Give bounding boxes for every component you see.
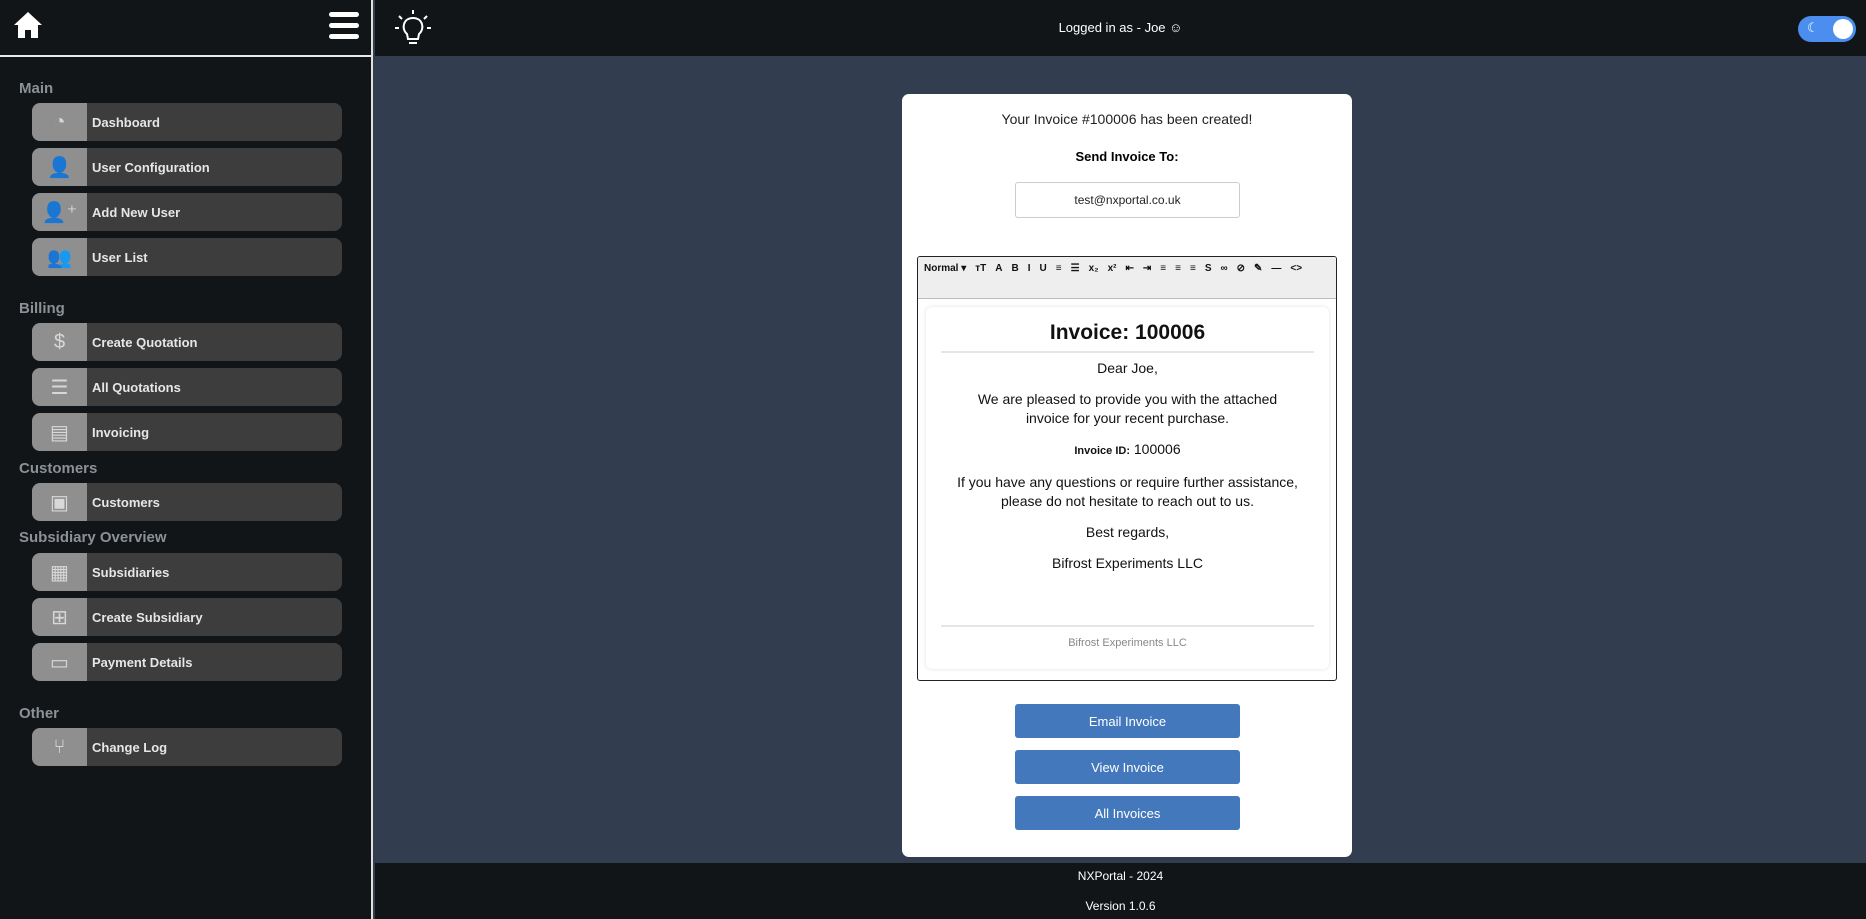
mail-footer: Bifrost Experiments LLC bbox=[941, 625, 1314, 649]
sidebar-top bbox=[0, 0, 371, 57]
sidebar-item-all-quotations[interactable]: ☰ All Quotations bbox=[32, 368, 342, 406]
toolbar-button[interactable]: B bbox=[1012, 261, 1019, 277]
sidebar-item-change-log[interactable]: ⑂ Change Log bbox=[32, 728, 342, 766]
user-circle-icon: ☺ bbox=[1169, 20, 1183, 35]
mail-body1: We are pleased to provide you with the a… bbox=[977, 391, 1278, 426]
editor-toolbar: Normal ▾ тT A B I U ≡ ☰ x₂ x² ⇤ ⇥ ≡ ≡ ≡ S ∞ ⊘ ✎ — <> bbox=[918, 257, 1336, 299]
gauge-icon: ◔ bbox=[32, 103, 87, 141]
mail-body2: If you have any questions or require fur… bbox=[957, 474, 1298, 509]
footer-version: Version 1.0.6 bbox=[1085, 899, 1156, 913]
sidebar-item-label: Change Log bbox=[92, 739, 168, 755]
section-label: Customers bbox=[19, 460, 98, 477]
sidebar: Main ◔ Dashboard 👤 User Configuration 👤⁺ Add N… bbox=[0, 0, 373, 919]
toolbar-button[interactable]: Normal ▾ bbox=[924, 261, 966, 277]
footer: NXPortal - 2024 Version 1.0.6 bbox=[375, 863, 1866, 919]
section-label: Billing bbox=[19, 300, 65, 317]
email-invoice-button[interactable]: Email Invoice bbox=[1015, 704, 1240, 738]
code-branch-icon: ⑂ bbox=[32, 728, 87, 766]
sidebar-item-create-subsidiary[interactable]: ⊞ Create Subsidiary bbox=[32, 598, 342, 636]
sidebar-item-label: Create Quotation bbox=[92, 334, 198, 350]
toolbar-button[interactable]: тT bbox=[975, 261, 986, 277]
mail-heading: Invoice: 100006 bbox=[941, 321, 1314, 353]
user-icon: 👤 bbox=[32, 148, 87, 186]
toolbar-button[interactable]: U bbox=[1040, 261, 1047, 277]
section-label: Other bbox=[19, 705, 60, 722]
sidebar-item-label: User Configuration bbox=[92, 159, 210, 175]
credit-card-icon: ▭ bbox=[32, 643, 87, 681]
toolbar-button[interactable]: ≡ bbox=[1175, 261, 1181, 277]
sidebar-item-label: Create Subsidiary bbox=[92, 609, 203, 625]
sidebar-item-dashboard[interactable]: ◔ Dashboard bbox=[32, 103, 342, 141]
toolbar-button[interactable]: S bbox=[1205, 261, 1212, 277]
all-invoices-button[interactable]: All Invoices bbox=[1015, 796, 1240, 830]
sidebar-item-label: Payment Details bbox=[92, 654, 193, 670]
building-icon: ▦ bbox=[32, 553, 87, 591]
sidebar-item-label: Add New User bbox=[92, 204, 181, 220]
file-lines-icon: ☰ bbox=[32, 368, 87, 406]
sidebar-item-label: Subsidiaries bbox=[92, 564, 170, 580]
email-body[interactable]: Invoice: 100006 Dear Joe, We are pleased… bbox=[926, 307, 1329, 669]
toolbar-button[interactable]: ∞ bbox=[1220, 261, 1227, 277]
sidebar-item-label: User List bbox=[92, 249, 148, 265]
mail-greeting: Dear Joe, bbox=[1097, 360, 1158, 376]
toolbar-button[interactable]: ≡ bbox=[1190, 261, 1196, 277]
sidebar-item-create-quotation[interactable]: $ Create Quotation bbox=[32, 323, 342, 361]
address-book-icon: ▣ bbox=[32, 483, 87, 521]
mail-regards: Best regards, bbox=[1085, 524, 1170, 540]
invoice-created-card: Your Invoice #100006 has been created! S… bbox=[902, 94, 1352, 857]
mail-company: Bifrost Experiments LLC bbox=[1052, 555, 1203, 571]
confirmation-title: Your Invoice #100006 has been created! bbox=[1001, 111, 1253, 127]
section-label: Main bbox=[19, 80, 54, 97]
toolbar-button[interactable]: I bbox=[1028, 261, 1031, 277]
toolbar-button[interactable]: ≡ bbox=[1056, 261, 1062, 277]
sidebar-item-label: Dashboard bbox=[92, 114, 160, 130]
header: Logged in as - Joe ☺ ☾ bbox=[375, 0, 1866, 56]
sidebar-item-invoicing[interactable]: ▤ Invoicing bbox=[32, 413, 342, 451]
toolbar-button[interactable]: x₂ bbox=[1089, 261, 1099, 277]
file-dollar-icon: $ bbox=[32, 323, 87, 361]
rich-text-editor[interactable]: Normal ▾ тT A B I U ≡ ☰ x₂ x² ⇤ ⇥ ≡ ≡ ≡ S ∞ ⊘ ✎ — <> Invoice… bbox=[917, 256, 1337, 681]
theme-toggle[interactable]: ☾ bbox=[1798, 16, 1856, 42]
toolbar-button[interactable]: x² bbox=[1108, 261, 1117, 277]
toolbar-button[interactable]: ≡ bbox=[1160, 261, 1166, 277]
footer-copyright: NXPortal - 2024 bbox=[1077, 869, 1164, 883]
toolbar-button[interactable]: ✎ bbox=[1254, 261, 1262, 277]
toolbar-button[interactable]: ⊘ bbox=[1237, 261, 1245, 277]
sidebar-item-label: Invoicing bbox=[92, 424, 150, 440]
sidebar-item-user-configuration[interactable]: 👤 User Configuration bbox=[32, 148, 342, 186]
file-invoice-icon: ▤ bbox=[32, 413, 87, 451]
toolbar-button[interactable]: A bbox=[995, 261, 1002, 277]
toolbar-button[interactable]: ⇥ bbox=[1143, 261, 1151, 277]
toolbar-button[interactable]: ☰ bbox=[1071, 261, 1080, 277]
sidebar-item-label: All Quotations bbox=[92, 379, 181, 395]
toolbar-button[interactable]: ⇤ bbox=[1126, 261, 1134, 277]
user-plus-icon: 👤⁺ bbox=[32, 193, 87, 231]
logged-in-text: Logged in as - Joe ☺ bbox=[1058, 20, 1183, 35]
sidebar-item-payment-details[interactable]: ▭ Payment Details bbox=[32, 643, 342, 681]
sidebar-item-user-list[interactable]: 👥 User List bbox=[32, 238, 342, 276]
users-icon: 👥 bbox=[32, 238, 87, 276]
toolbar-button[interactable]: — bbox=[1271, 261, 1281, 277]
send-to-label: Send Invoice To: bbox=[1075, 149, 1179, 164]
moon-icon: ☾ bbox=[1807, 20, 1819, 35]
menu-icon[interactable] bbox=[329, 12, 359, 45]
view-invoice-button[interactable]: View Invoice bbox=[1015, 750, 1240, 784]
home-icon[interactable] bbox=[12, 10, 44, 40]
sidebar-item-label: Customers bbox=[92, 494, 160, 510]
toolbar-button[interactable]: <> bbox=[1290, 261, 1302, 277]
section-label: Subsidiary Overview bbox=[19, 529, 167, 546]
invoice-id: Invoice ID: 100006 bbox=[1074, 441, 1181, 457]
email-field[interactable] bbox=[1015, 182, 1240, 218]
sidebar-item-subsidiaries[interactable]: ▦ Subsidiaries bbox=[32, 553, 342, 591]
sidebar-item-add-new-user[interactable]: 👤⁺ Add New User bbox=[32, 193, 342, 231]
sidebar-item-customers[interactable]: ▣ Customers bbox=[32, 483, 342, 521]
plus-square-icon: ⊞ bbox=[32, 598, 87, 636]
